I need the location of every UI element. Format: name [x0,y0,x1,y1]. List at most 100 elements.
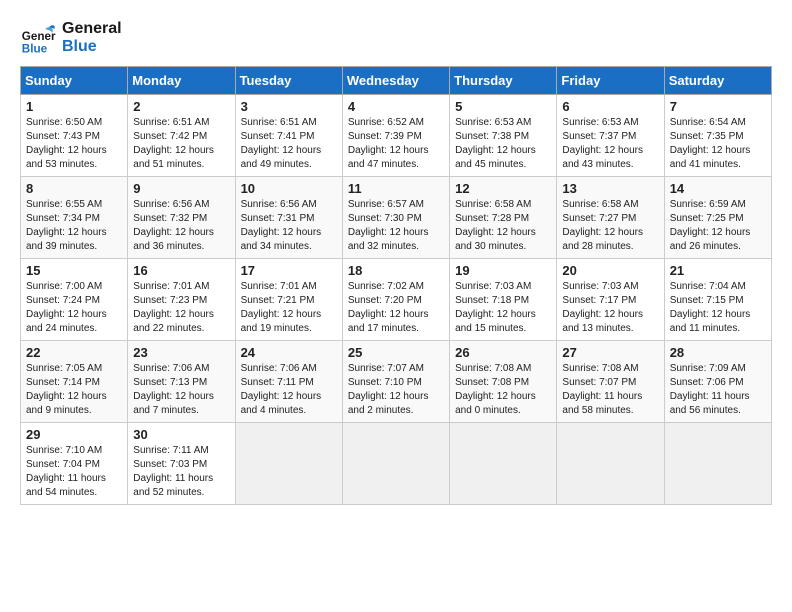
day-info: Sunrise: 6:58 AM Sunset: 7:27 PM Dayligh… [562,198,658,254]
calendar-table: SundayMondayTuesdayWednesdayThursdayFrid… [20,66,772,505]
sunrise-text: Sunrise: 7:10 AM [26,444,122,458]
calendar-cell: 29 Sunrise: 7:10 AM Sunset: 7:04 PM Dayl… [21,423,128,505]
calendar-cell: 24 Sunrise: 7:06 AM Sunset: 7:11 PM Dayl… [235,341,342,423]
sunset-text: Sunset: 7:27 PM [562,212,658,226]
sunrise-text: Sunrise: 7:04 AM [670,280,766,294]
logo: General Blue GeneralBlue [20,20,122,56]
day-info: Sunrise: 6:59 AM Sunset: 7:25 PM Dayligh… [670,198,766,254]
daylight-text: Daylight: 11 hours and 54 minutes. [26,472,122,500]
sunset-text: Sunset: 7:23 PM [133,294,229,308]
calendar-header-row: SundayMondayTuesdayWednesdayThursdayFrid… [21,67,772,95]
sunrise-text: Sunrise: 6:52 AM [348,116,444,130]
sunrise-text: Sunrise: 7:03 AM [562,280,658,294]
sunrise-text: Sunrise: 6:55 AM [26,198,122,212]
sunset-text: Sunset: 7:07 PM [562,376,658,390]
day-number: 10 [241,181,337,196]
sunset-text: Sunset: 7:25 PM [670,212,766,226]
day-info: Sunrise: 6:56 AM Sunset: 7:32 PM Dayligh… [133,198,229,254]
calendar-cell: 5 Sunrise: 6:53 AM Sunset: 7:38 PM Dayli… [450,95,557,177]
sunrise-text: Sunrise: 6:53 AM [562,116,658,130]
day-info: Sunrise: 7:08 AM Sunset: 7:07 PM Dayligh… [562,362,658,418]
calendar-header-sunday: Sunday [21,67,128,95]
sunset-text: Sunset: 7:18 PM [455,294,551,308]
day-number: 14 [670,181,766,196]
logo-text: GeneralBlue [62,20,122,55]
day-info: Sunrise: 7:03 AM Sunset: 7:18 PM Dayligh… [455,280,551,336]
sunset-text: Sunset: 7:06 PM [670,376,766,390]
calendar-cell: 4 Sunrise: 6:52 AM Sunset: 7:39 PM Dayli… [342,95,449,177]
daylight-text: Daylight: 12 hours and 19 minutes. [241,308,337,336]
sunrise-text: Sunrise: 7:01 AM [241,280,337,294]
daylight-text: Daylight: 11 hours and 52 minutes. [133,472,229,500]
day-info: Sunrise: 7:03 AM Sunset: 7:17 PM Dayligh… [562,280,658,336]
calendar-cell: 15 Sunrise: 7:00 AM Sunset: 7:24 PM Dayl… [21,259,128,341]
day-number: 18 [348,263,444,278]
sunrise-text: Sunrise: 6:50 AM [26,116,122,130]
sunset-text: Sunset: 7:04 PM [26,458,122,472]
daylight-text: Daylight: 12 hours and 4 minutes. [241,390,337,418]
daylight-text: Daylight: 12 hours and 7 minutes. [133,390,229,418]
daylight-text: Daylight: 12 hours and 26 minutes. [670,226,766,254]
day-info: Sunrise: 7:10 AM Sunset: 7:04 PM Dayligh… [26,444,122,500]
calendar-cell: 1 Sunrise: 6:50 AM Sunset: 7:43 PM Dayli… [21,95,128,177]
sunrise-text: Sunrise: 7:06 AM [133,362,229,376]
calendar-header-thursday: Thursday [450,67,557,95]
daylight-text: Daylight: 12 hours and 47 minutes. [348,144,444,172]
day-info: Sunrise: 6:53 AM Sunset: 7:38 PM Dayligh… [455,116,551,172]
day-number: 9 [133,181,229,196]
daylight-text: Daylight: 12 hours and 9 minutes. [26,390,122,418]
daylight-text: Daylight: 12 hours and 13 minutes. [562,308,658,336]
sunset-text: Sunset: 7:13 PM [133,376,229,390]
sunrise-text: Sunrise: 6:59 AM [670,198,766,212]
calendar-cell: 26 Sunrise: 7:08 AM Sunset: 7:08 PM Dayl… [450,341,557,423]
daylight-text: Daylight: 12 hours and 45 minutes. [455,144,551,172]
calendar-cell: 7 Sunrise: 6:54 AM Sunset: 7:35 PM Dayli… [664,95,771,177]
day-info: Sunrise: 6:57 AM Sunset: 7:30 PM Dayligh… [348,198,444,254]
sunrise-text: Sunrise: 6:58 AM [562,198,658,212]
sunset-text: Sunset: 7:43 PM [26,130,122,144]
calendar-cell: 9 Sunrise: 6:56 AM Sunset: 7:32 PM Dayli… [128,177,235,259]
calendar-cell [557,423,664,505]
sunrise-text: Sunrise: 7:01 AM [133,280,229,294]
day-info: Sunrise: 6:55 AM Sunset: 7:34 PM Dayligh… [26,198,122,254]
sunrise-text: Sunrise: 6:56 AM [241,198,337,212]
sunset-text: Sunset: 7:11 PM [241,376,337,390]
day-info: Sunrise: 7:09 AM Sunset: 7:06 PM Dayligh… [670,362,766,418]
daylight-text: Daylight: 12 hours and 15 minutes. [455,308,551,336]
sunset-text: Sunset: 7:10 PM [348,376,444,390]
sunrise-text: Sunrise: 7:06 AM [241,362,337,376]
day-info: Sunrise: 6:54 AM Sunset: 7:35 PM Dayligh… [670,116,766,172]
day-number: 29 [26,427,122,442]
sunrise-text: Sunrise: 6:57 AM [348,198,444,212]
calendar-cell: 12 Sunrise: 6:58 AM Sunset: 7:28 PM Dayl… [450,177,557,259]
day-number: 6 [562,99,658,114]
sunrise-text: Sunrise: 7:07 AM [348,362,444,376]
sunset-text: Sunset: 7:34 PM [26,212,122,226]
day-info: Sunrise: 7:06 AM Sunset: 7:13 PM Dayligh… [133,362,229,418]
calendar-header-saturday: Saturday [664,67,771,95]
day-info: Sunrise: 6:51 AM Sunset: 7:42 PM Dayligh… [133,116,229,172]
calendar-cell: 20 Sunrise: 7:03 AM Sunset: 7:17 PM Dayl… [557,259,664,341]
daylight-text: Daylight: 12 hours and 43 minutes. [562,144,658,172]
day-number: 27 [562,345,658,360]
day-info: Sunrise: 6:53 AM Sunset: 7:37 PM Dayligh… [562,116,658,172]
sunrise-text: Sunrise: 7:00 AM [26,280,122,294]
calendar-header-tuesday: Tuesday [235,67,342,95]
day-number: 24 [241,345,337,360]
calendar-cell: 23 Sunrise: 7:06 AM Sunset: 7:13 PM Dayl… [128,341,235,423]
daylight-text: Daylight: 12 hours and 24 minutes. [26,308,122,336]
day-number: 5 [455,99,551,114]
day-number: 21 [670,263,766,278]
day-number: 11 [348,181,444,196]
daylight-text: Daylight: 12 hours and 34 minutes. [241,226,337,254]
day-number: 4 [348,99,444,114]
day-number: 16 [133,263,229,278]
daylight-text: Daylight: 12 hours and 17 minutes. [348,308,444,336]
calendar-cell [342,423,449,505]
page-header: General Blue GeneralBlue [20,20,772,56]
daylight-text: Daylight: 12 hours and 28 minutes. [562,226,658,254]
calendar-week-1: 1 Sunrise: 6:50 AM Sunset: 7:43 PM Dayli… [21,95,772,177]
calendar-header-monday: Monday [128,67,235,95]
day-number: 20 [562,263,658,278]
calendar-cell: 2 Sunrise: 6:51 AM Sunset: 7:42 PM Dayli… [128,95,235,177]
